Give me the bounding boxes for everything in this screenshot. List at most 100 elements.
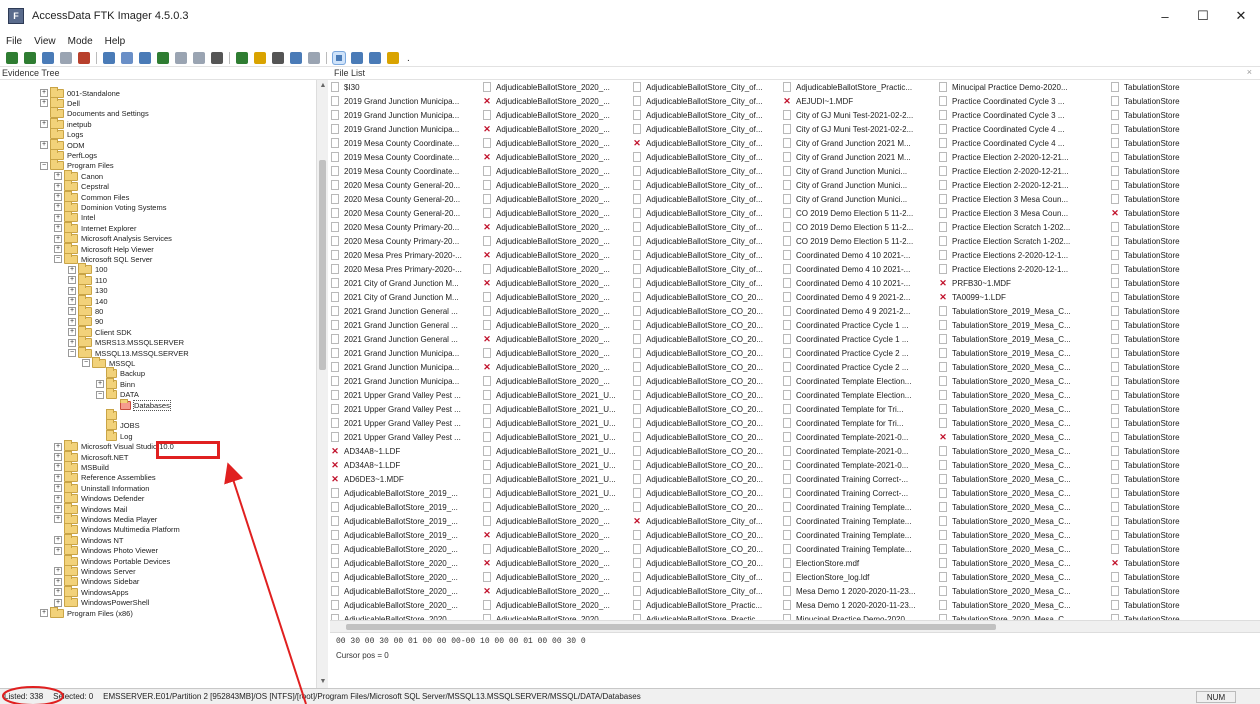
view-text-icon[interactable] (351, 52, 363, 64)
file-item[interactable]: Coordinated Template-2021-0... (782, 430, 934, 444)
expand-icon[interactable]: + (54, 546, 62, 555)
file-item[interactable]: AdjudicableBallotStore_CO_20... (632, 416, 778, 430)
file-item[interactable]: 2021 City of Grand Junction M... (330, 276, 478, 290)
file-item[interactable]: CO 2019 Demo Election 5 11-2... (782, 220, 934, 234)
file-item[interactable]: TabulationStore_2020_Mesa_C... (938, 444, 1106, 458)
file-item[interactable]: TabulationStore (1110, 276, 1260, 290)
file-item[interactable]: TabulationStore (1110, 458, 1260, 472)
file-item[interactable]: 2020 Mesa Pres Primary-2020-... (330, 248, 478, 262)
file-item[interactable]: 2019 Mesa County Coordinate... (330, 136, 478, 150)
expand-icon[interactable]: + (54, 463, 62, 472)
file-item[interactable]: AdjudicableBallotStore_2020_... (482, 206, 628, 220)
file-item[interactable]: 2020 Mesa County General-20... (330, 192, 478, 206)
collapse-icon[interactable]: − (68, 349, 76, 357)
file-item[interactable]: Practice Elections 2-2020-12-1... (938, 262, 1106, 276)
file-item[interactable]: TabulationStore (1110, 234, 1260, 248)
file-item[interactable]: AdjudicableBallotStore_City_of... (632, 80, 778, 94)
file-item[interactable]: ✕ AdjudicableBallotStore_2020_... (482, 150, 628, 164)
file-item[interactable]: AdjudicableBallotStore_CO_20... (632, 430, 778, 444)
file-item[interactable]: TabulationStore_2020_Mesa_C... (938, 570, 1106, 584)
file-item[interactable]: Coordinated Training Correct-... (782, 486, 934, 500)
detect-efs-icon[interactable] (290, 52, 302, 64)
file-item[interactable]: TabulationStore (1110, 486, 1260, 500)
file-item[interactable]: Coordinated Training Template... (782, 500, 934, 514)
file-item[interactable]: 2021 Grand Junction Municipa... (330, 374, 478, 388)
file-item[interactable]: 2021 Grand Junction Municipa... (330, 360, 478, 374)
file-item[interactable]: Practice Election 3 Mesa Coun... (938, 206, 1106, 220)
file-item[interactable]: TabulationStore_2020_Mesa_C... (938, 514, 1106, 528)
file-item[interactable]: Practice Coordinated Cycle 3 ... (938, 94, 1106, 108)
file-item[interactable]: TabulationStore (1110, 472, 1260, 486)
file-item[interactable]: AdjudicableBallotStore_City_of... (632, 220, 778, 234)
expand-icon[interactable]: + (40, 89, 48, 97)
file-item[interactable]: AdjudicableBallotStore_2021_U... (482, 388, 628, 402)
tree-node[interactable]: + Cepstral (54, 180, 109, 192)
minimize-button[interactable]: – (1146, 0, 1184, 32)
file-item[interactable]: Coordinated Demo 4 9 2021-2... (782, 290, 934, 304)
collapse-icon[interactable]: − (96, 390, 104, 399)
file-item[interactable]: TabulationStore_2020_Mesa_C... (938, 500, 1106, 514)
file-item[interactable]: AdjudicableBallotStore_CO_20... (632, 374, 778, 388)
file-item[interactable]: AdjudicableBallotStore_2020_... (330, 584, 478, 598)
file-item[interactable]: TabulationStore (1110, 346, 1260, 360)
tree-node[interactable]: +100 (68, 263, 108, 275)
menu-help[interactable]: Help (105, 36, 126, 47)
collapse-icon[interactable]: − (54, 255, 62, 264)
file-item[interactable]: ✕ AdjudicableBallotStore_2020_... (482, 248, 628, 262)
scroll-down-icon[interactable]: ▼ (317, 676, 329, 688)
file-item[interactable]: ✕ AdjudicableBallotStore_2020_... (482, 122, 628, 136)
decrypt-icon[interactable] (193, 52, 205, 64)
file-item[interactable]: AdjudicableBallotStore_2020_... (482, 234, 628, 248)
file-item[interactable]: ✕ AdjudicableBallotStore_2020_... (482, 528, 628, 542)
tree-scrollbar[interactable]: ▲ ▼ (316, 80, 328, 688)
file-item[interactable]: AdjudicableBallotStore_City_of... (632, 178, 778, 192)
export-dir-icon[interactable] (272, 52, 284, 64)
file-item[interactable]: TabulationStore_2020_Mesa_C... (938, 374, 1106, 388)
file-item[interactable]: Coordinated Practice Cycle 2 ... (782, 346, 934, 360)
tree-node[interactable]: + Intel (54, 211, 95, 223)
menu-view[interactable]: View (34, 36, 56, 47)
file-item[interactable]: TabulationStore_2019_Mesa_C... (938, 332, 1106, 346)
close-panel-icon[interactable]: × (1247, 67, 1252, 77)
tree-node[interactable]: PerfLogs (40, 148, 97, 160)
tree-node[interactable]: +130 (68, 284, 108, 296)
file-item[interactable]: AdjudicableBallotStore_City_of... (632, 206, 778, 220)
file-item[interactable]: Coordinated Training Template... (782, 528, 934, 542)
file-item[interactable]: AdjudicableBallotStore_CO_20... (632, 542, 778, 556)
file-item[interactable]: TabulationStore_2020_Mesa_C... (938, 486, 1106, 500)
file-item[interactable]: AdjudicableBallotStore_2020_... (482, 290, 628, 304)
file-item[interactable]: Minucipal Practice Demo-2020... (782, 612, 934, 620)
file-item[interactable]: TabulationStore (1110, 164, 1260, 178)
file-item[interactable]: TabulationStore_2020_Mesa_C... (938, 360, 1106, 374)
tree-node[interactable]: + Dell (40, 96, 80, 108)
file-item[interactable]: Coordinated Template for Tri... (782, 402, 934, 416)
expand-icon[interactable]: + (54, 473, 62, 482)
file-item[interactable]: TabulationStore (1110, 192, 1260, 206)
tree-node[interactable]: + Binn (96, 377, 135, 389)
file-item[interactable]: TabulationStore (1110, 514, 1260, 528)
file-item[interactable]: CO 2019 Demo Election 5 11-2... (782, 206, 934, 220)
tree-node[interactable]: Backup (96, 367, 145, 379)
file-item[interactable]: AdjudicableBallotStore_City_of... (632, 150, 778, 164)
file-item[interactable]: AdjudicableBallotStore_CO_20... (632, 346, 778, 360)
file-item[interactable]: AdjudicableBallotStore_2020_... (482, 192, 628, 206)
file-item[interactable]: 2021 Upper Grand Valley Pest ... (330, 416, 478, 430)
file-item[interactable]: AdjudicableBallotStore_2020_... (482, 108, 628, 122)
file-item[interactable]: TabulationStore_2019_Mesa_C... (938, 346, 1106, 360)
file-item[interactable]: 2021 Grand Junction General ... (330, 332, 478, 346)
file-item[interactable]: AdjudicableBallotStore_2020_... (482, 612, 628, 620)
close-button[interactable]: ✕ (1222, 0, 1260, 32)
file-item[interactable]: TabulationStore (1110, 388, 1260, 402)
file-item[interactable]: AdjudicableBallotStore_CO_20... (632, 402, 778, 416)
tree-node[interactable]: + WindowsPowerShell (54, 596, 149, 608)
file-item[interactable]: TabulationStore (1110, 290, 1260, 304)
file-item[interactable]: ✕ AD34A8~1.LDF (330, 444, 478, 458)
file-item[interactable]: AdjudicableBallotStore_2020_... (482, 570, 628, 584)
file-item[interactable]: AdjudicableBallotStore_CO_20... (632, 388, 778, 402)
file-item[interactable]: ✕ AdjudicableBallotStore_City_of... (632, 514, 778, 528)
file-item[interactable]: TabulationStore_2020_Mesa_C... (938, 598, 1106, 612)
file-item[interactable]: TabulationStore (1110, 360, 1260, 374)
file-item[interactable]: City of Grand Junction Munici... (782, 164, 934, 178)
file-item[interactable]: AdjudicableBallotStore_2020_... (482, 346, 628, 360)
capture-memory-icon[interactable] (157, 52, 169, 64)
